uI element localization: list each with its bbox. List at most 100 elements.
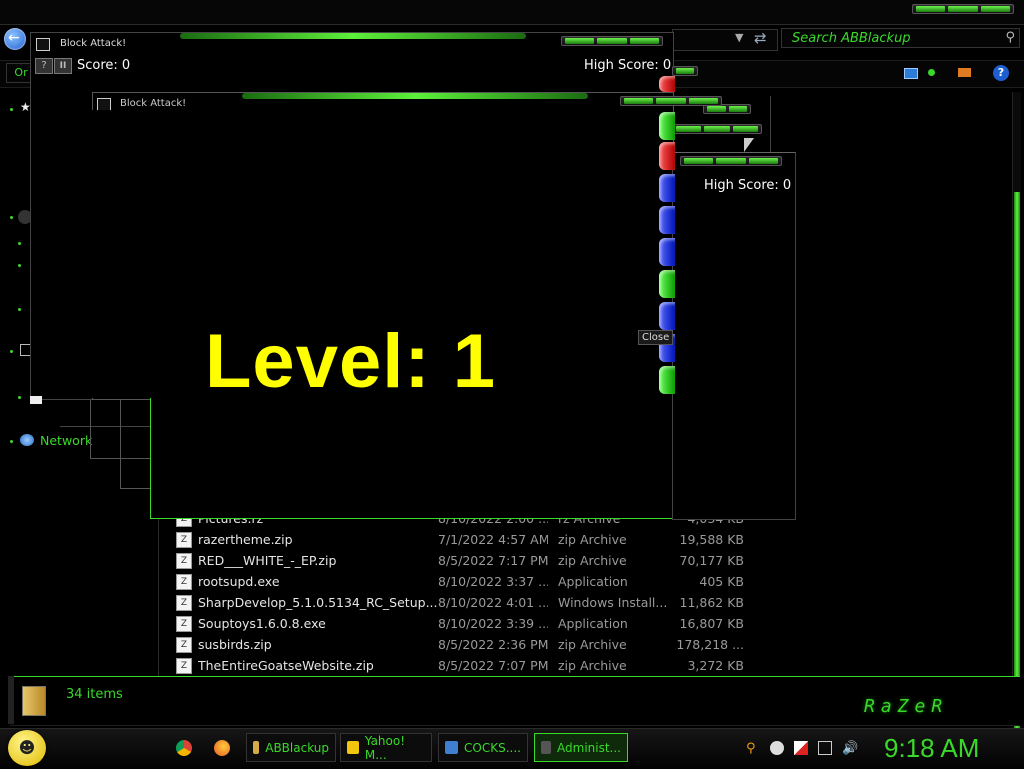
file-size: 405 KB — [699, 574, 744, 589]
nav-bullet — [18, 308, 21, 311]
refresh-icon[interactable]: ⇄ — [754, 29, 767, 47]
nav-bullet — [10, 108, 13, 111]
zip-icon: Z — [176, 531, 192, 548]
file-name: TheEntireGoatseWebsite.zip — [198, 658, 374, 673]
file-pane-divider — [158, 500, 159, 676]
nav-bullet — [10, 440, 13, 443]
file-size: 19,588 KB — [679, 532, 744, 547]
search-icon[interactable]: ⚲ — [1005, 30, 1015, 45]
file-date: 8/10/2022 3:37 ... — [438, 574, 548, 589]
file-name: SharpDevelop_5.1.0.5134_RC_Setup... — [198, 595, 438, 610]
folder-icon — [253, 741, 260, 754]
file-name: rootsupd.exe — [198, 574, 280, 589]
file-row[interactable]: Z Souptoys1.6.0.8.exe 8/10/2022 3:39 ... Ap… — [176, 613, 746, 634]
taskbar-button-label: Yahoo! M... — [364, 733, 406, 762]
preview-dot-icon[interactable] — [928, 69, 935, 76]
nav-item-network[interactable]: Network — [20, 431, 92, 449]
block-green — [659, 366, 675, 394]
game-back-window-controls[interactable] — [561, 36, 663, 46]
address-dropdown-icon[interactable]: ▼ — [735, 31, 743, 44]
file-name: Souptoys1.6.0.8.exe — [198, 616, 326, 631]
file-name: RED___WHITE_-_EP.zip — [198, 553, 337, 568]
view-icon[interactable] — [904, 68, 918, 79]
explorer-scrollbar-thumb[interactable] — [1014, 192, 1020, 752]
help-icon[interactable]: ? — [993, 65, 1009, 81]
nav-bullet — [10, 350, 13, 353]
file-date: 8/10/2022 3:39 ... — [438, 616, 548, 631]
window-icon — [445, 741, 458, 754]
file-date: 8/5/2022 7:17 PM — [438, 553, 548, 568]
yahoo-messenger-icon — [347, 741, 359, 754]
block-blue — [659, 206, 675, 234]
file-date: 8/5/2022 2:36 PM — [438, 637, 548, 652]
search-input[interactable]: Search ABBlackup ⚲ — [781, 28, 1020, 48]
file-type: zip Archive — [558, 637, 627, 652]
file-row[interactable]: Zrazertheme.zip 7/1/2022 4:57 AM zip Archi… — [176, 529, 746, 550]
organize-label: Or — [14, 66, 28, 79]
help-button[interactable]: ? — [35, 58, 53, 74]
game-front-title: Block Attack! — [120, 98, 187, 109]
nav-item-network-label: Network — [40, 432, 93, 448]
file-type: Application — [558, 616, 628, 631]
installer-icon: Z — [176, 594, 192, 611]
folder-icon — [22, 686, 46, 716]
clock[interactable]: 9:18 AM — [884, 733, 979, 764]
file-size: 3,272 KB — [687, 658, 744, 673]
back-arrow-icon: ← — [8, 30, 20, 46]
status-bar-left-edge — [8, 676, 14, 724]
flag-tray-icon[interactable] — [794, 741, 808, 755]
block-blue — [659, 302, 675, 330]
file-size: 70,177 KB — [679, 553, 744, 568]
file-name: susbirds.zip — [198, 637, 272, 652]
game-right-controls[interactable] — [680, 156, 782, 166]
file-type: zip Archive — [558, 532, 627, 547]
score-label: Score: 0 — [77, 58, 131, 73]
taskbar-button[interactable]: ABBlackup — [246, 733, 336, 762]
search-placeholder: Search ABBlackup — [792, 31, 911, 46]
file-date: 8/5/2022 7:07 PM — [438, 658, 548, 673]
chrome-icon[interactable] — [176, 740, 192, 756]
file-row[interactable]: Z TheEntireGoatseWebsite.zip 8/5/2022 7:07… — [176, 655, 746, 676]
network-tray-icon[interactable] — [818, 741, 832, 755]
taskbar-button[interactable]: Yahoo! M... — [340, 733, 432, 762]
file-size: 178,218 ... — [676, 637, 744, 652]
game-right-high-score: High Score: 0 — [704, 178, 792, 193]
pause-button[interactable]: II — [54, 58, 72, 74]
file-row[interactable]: Zsusbirds.zip 8/5/2022 2:36 PM zip Archive… — [176, 634, 746, 655]
file-size: 11,862 KB — [679, 595, 744, 610]
file-type: zip Archive — [558, 553, 627, 568]
mouse-cursor — [744, 138, 754, 152]
file-size: 16,807 KB — [679, 616, 744, 631]
search-tray-icon[interactable]: ⚲ — [746, 741, 760, 756]
explorer-window-controls[interactable] — [912, 4, 1014, 14]
file-row[interactable]: Zrootsupd.exe 8/10/2022 3:37 ... Applicati… — [176, 571, 746, 592]
file-name: razertheme.zip — [198, 532, 293, 547]
zip-icon: Z — [176, 636, 192, 653]
game-back-app-icon — [36, 38, 50, 51]
close-tooltip: Close — [638, 330, 674, 345]
start-smiley-icon: ☻ — [18, 738, 36, 757]
taskbar-button-label: COCKS.... — [464, 740, 521, 755]
block-green — [659, 112, 675, 140]
file-row[interactable]: Z SharpDevelop_5.1.0.5134_RC_Setup... 8/10… — [176, 592, 746, 613]
taskbar-button[interactable]: COCKS.... — [438, 733, 528, 762]
game-back-edge — [30, 396, 42, 404]
nav-bullet — [18, 242, 21, 245]
level-indicator: Level: 1 — [205, 319, 497, 404]
firefox-icon[interactable] — [214, 740, 230, 756]
nav-bullet — [10, 216, 13, 219]
file-date: 8/10/2022 4:01 ... — [438, 595, 548, 610]
explorer-scrollbar[interactable] — [1012, 92, 1021, 752]
minus-tray-icon[interactable] — [770, 741, 784, 755]
cmd-icon — [541, 741, 552, 754]
game-back-title: Block Attack! — [60, 38, 127, 49]
file-row[interactable]: Z RED___WHITE_-_EP.zip 8/5/2022 7:17 PM zip… — [176, 550, 746, 571]
game-front-title-glow — [242, 93, 588, 99]
taskbar-button-label: ABBlackup — [265, 740, 329, 755]
file-type: Application — [558, 574, 628, 589]
pane-icon[interactable] — [958, 68, 971, 77]
volume-tray-icon[interactable]: 🔊 — [842, 741, 858, 756]
block-green — [659, 270, 675, 298]
taskbar-button[interactable]: Administ... — [534, 733, 628, 762]
game-front-window-controls[interactable] — [620, 96, 722, 106]
